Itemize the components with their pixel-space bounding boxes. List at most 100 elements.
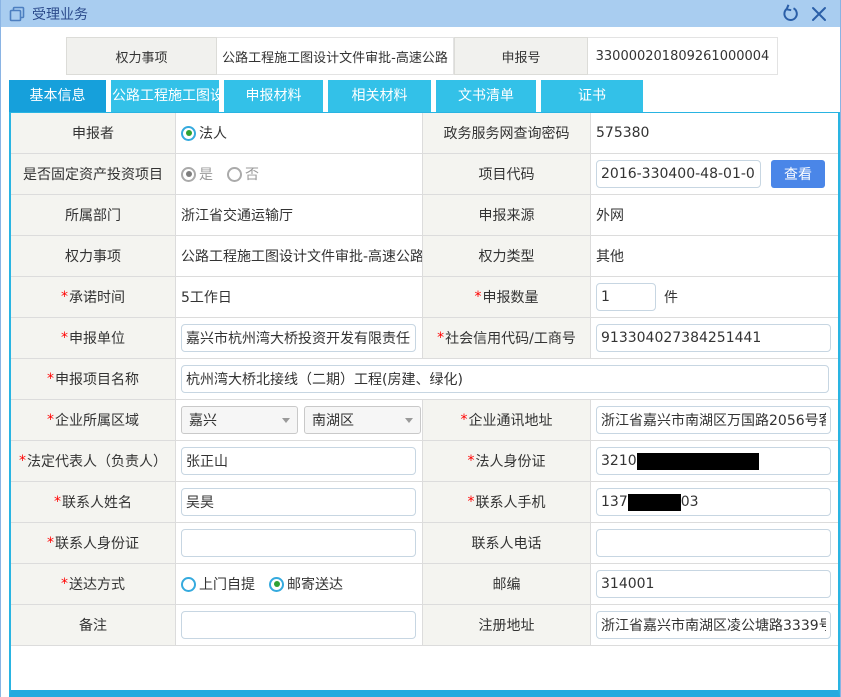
form-row-authority-item: 权力事项 公路工程施工图设计文件审批-高速公路 权力类型 其他 bbox=[11, 236, 838, 277]
form-row-declare-unit: *申报单位 *社会信用代码/工商号 bbox=[11, 318, 838, 359]
declare-qty-label-text: 申报数量 bbox=[483, 287, 539, 307]
enterprise-region-label: *企业所属区域 bbox=[11, 400, 176, 440]
project-code-label: 项目代码 bbox=[423, 154, 591, 194]
radio-legal-person[interactable] bbox=[181, 126, 196, 141]
promise-time-label: *承诺时间 bbox=[11, 277, 176, 317]
postcode-label: 邮编 bbox=[423, 564, 591, 604]
header-appno-value: 330000201809261000004 bbox=[588, 37, 778, 75]
legal-id-input[interactable]: 3210 bbox=[596, 447, 831, 475]
project-name-label: *申报项目名称 bbox=[11, 359, 176, 399]
required-mark: * bbox=[47, 535, 54, 551]
district-select[interactable]: 南湖区 bbox=[304, 406, 421, 434]
enterprise-region-label-text: 企业所属区域 bbox=[55, 410, 139, 430]
credit-code-input[interactable] bbox=[596, 324, 831, 352]
declare-unit-input[interactable] bbox=[181, 324, 416, 352]
view-button[interactable]: 查看 bbox=[771, 160, 825, 188]
window-icon bbox=[9, 6, 25, 22]
contact-name-input[interactable] bbox=[181, 488, 416, 516]
declare-qty-input[interactable] bbox=[596, 283, 656, 311]
project-code-input[interactable] bbox=[596, 160, 761, 188]
form-row-contact-name: *联系人姓名 *联系人手机 137 03 bbox=[11, 482, 838, 523]
contact-mobile-label: *联系人手机 bbox=[423, 482, 591, 522]
promise-time-label-text: 承诺时间 bbox=[69, 287, 125, 307]
tab-related-materials[interactable]: 相关材料 bbox=[328, 80, 431, 112]
close-icon bbox=[811, 6, 827, 22]
authority-type-value: 其他 bbox=[591, 236, 838, 276]
postcode-input[interactable] bbox=[596, 570, 831, 598]
radio-fixed-asset-no-label: 否 bbox=[245, 164, 259, 184]
credit-code-label: *社会信用代码/工商号 bbox=[423, 318, 591, 358]
header-authority-value: 公路工程施工图设计文件审批-高速公路 bbox=[217, 37, 454, 75]
applicant-label: 申报者 bbox=[11, 113, 176, 153]
legal-rep-label-text: 法定代表人（负责人） bbox=[27, 451, 167, 471]
required-mark: * bbox=[461, 412, 468, 428]
declare-source-value: 外网 bbox=[591, 195, 838, 235]
redaction-block bbox=[628, 494, 681, 511]
registered-address-label: 注册地址 bbox=[423, 605, 591, 645]
department-label: 所属部门 bbox=[11, 195, 176, 235]
tab-basic-info[interactable]: 基本信息 bbox=[9, 80, 106, 112]
legal-id-label-text: 法人身份证 bbox=[476, 451, 546, 471]
radio-fixed-asset-yes[interactable] bbox=[181, 167, 196, 182]
required-mark: * bbox=[468, 494, 475, 510]
enterprise-address-label: *企业通讯地址 bbox=[423, 400, 591, 440]
contact-phone-input[interactable] bbox=[596, 529, 831, 557]
chevron-down-icon bbox=[405, 418, 413, 423]
contact-id-input[interactable] bbox=[181, 529, 416, 557]
radio-legal-person-label: 法人 bbox=[199, 123, 227, 143]
tab-document-list[interactable]: 文书清单 bbox=[436, 80, 536, 112]
header-appno-label: 申报号 bbox=[454, 37, 588, 75]
delivery-label: *送达方式 bbox=[11, 564, 176, 604]
project-name-input[interactable] bbox=[181, 365, 829, 393]
chevron-down-icon bbox=[282, 418, 290, 423]
refresh-icon bbox=[781, 4, 800, 23]
contact-mobile-label-text: 联系人手机 bbox=[476, 492, 546, 512]
contact-mobile-suffix: 03 bbox=[681, 494, 699, 510]
required-mark: * bbox=[61, 576, 68, 592]
required-mark: * bbox=[47, 412, 54, 428]
radio-self-pickup-label: 上门自提 bbox=[199, 574, 255, 594]
radio-self-pickup[interactable] bbox=[181, 577, 196, 592]
city-select-value: 嘉兴 bbox=[189, 410, 217, 430]
contact-mobile-prefix: 137 bbox=[601, 494, 628, 510]
declare-unit-label: *申报单位 bbox=[11, 318, 176, 358]
query-password-value: 575380 bbox=[591, 113, 838, 153]
required-mark: * bbox=[437, 330, 444, 346]
authority-item-label: 权力事项 bbox=[11, 236, 176, 276]
required-mark: * bbox=[47, 371, 54, 387]
registered-address-input[interactable] bbox=[596, 611, 831, 639]
tab-declare-materials[interactable]: 申报材料 bbox=[224, 80, 323, 112]
legal-rep-input[interactable] bbox=[181, 447, 416, 475]
legal-rep-label: *法定代表人（负责人） bbox=[11, 441, 176, 481]
radio-mail-delivery-label: 邮寄送达 bbox=[287, 574, 343, 594]
refresh-button[interactable] bbox=[779, 3, 801, 25]
remark-label: 备注 bbox=[11, 605, 176, 645]
declare-qty-label: *申报数量 bbox=[423, 277, 591, 317]
radio-mail-delivery[interactable] bbox=[269, 577, 284, 592]
accept-business-window: 受理业务 权力事项 公路工程施工图设计文件审批-高速公路 申报号 3300002… bbox=[0, 0, 841, 697]
close-button[interactable] bbox=[808, 3, 830, 25]
required-mark: * bbox=[54, 494, 61, 510]
required-mark: * bbox=[19, 453, 26, 469]
remark-input[interactable] bbox=[181, 611, 416, 639]
form-row-legal-rep: *法定代表人（负责人） * 法人身份证 3210 bbox=[11, 441, 838, 482]
header-authority-label: 权力事项 bbox=[66, 37, 217, 75]
enterprise-address-input[interactable] bbox=[596, 406, 831, 434]
form-row-project-name: *申报项目名称 bbox=[11, 359, 838, 400]
authority-type-label: 权力类型 bbox=[423, 236, 591, 276]
enterprise-address-label-text: 企业通讯地址 bbox=[469, 410, 553, 430]
contact-mobile-input[interactable]: 137 03 bbox=[596, 488, 831, 516]
tab-highway-design[interactable]: 公路工程施工图设计 bbox=[111, 80, 219, 112]
department-value: 浙江省交通运输厅 bbox=[176, 195, 423, 235]
window-title: 受理业务 bbox=[32, 4, 88, 24]
tab-certificate[interactable]: 证书 bbox=[541, 80, 643, 112]
required-mark: * bbox=[61, 289, 68, 305]
declare-unit-label-text: 申报单位 bbox=[69, 328, 125, 348]
city-select[interactable]: 嘉兴 bbox=[181, 406, 298, 434]
redaction-block bbox=[637, 453, 759, 470]
credit-code-label-text: 社会信用代码/工商号 bbox=[445, 328, 576, 348]
radio-fixed-asset-no[interactable] bbox=[227, 167, 242, 182]
project-name-label-text: 申报项目名称 bbox=[55, 369, 139, 389]
form-row-remark: 备注 注册地址 bbox=[11, 605, 838, 646]
radio-fixed-asset-yes-label: 是 bbox=[199, 164, 213, 184]
